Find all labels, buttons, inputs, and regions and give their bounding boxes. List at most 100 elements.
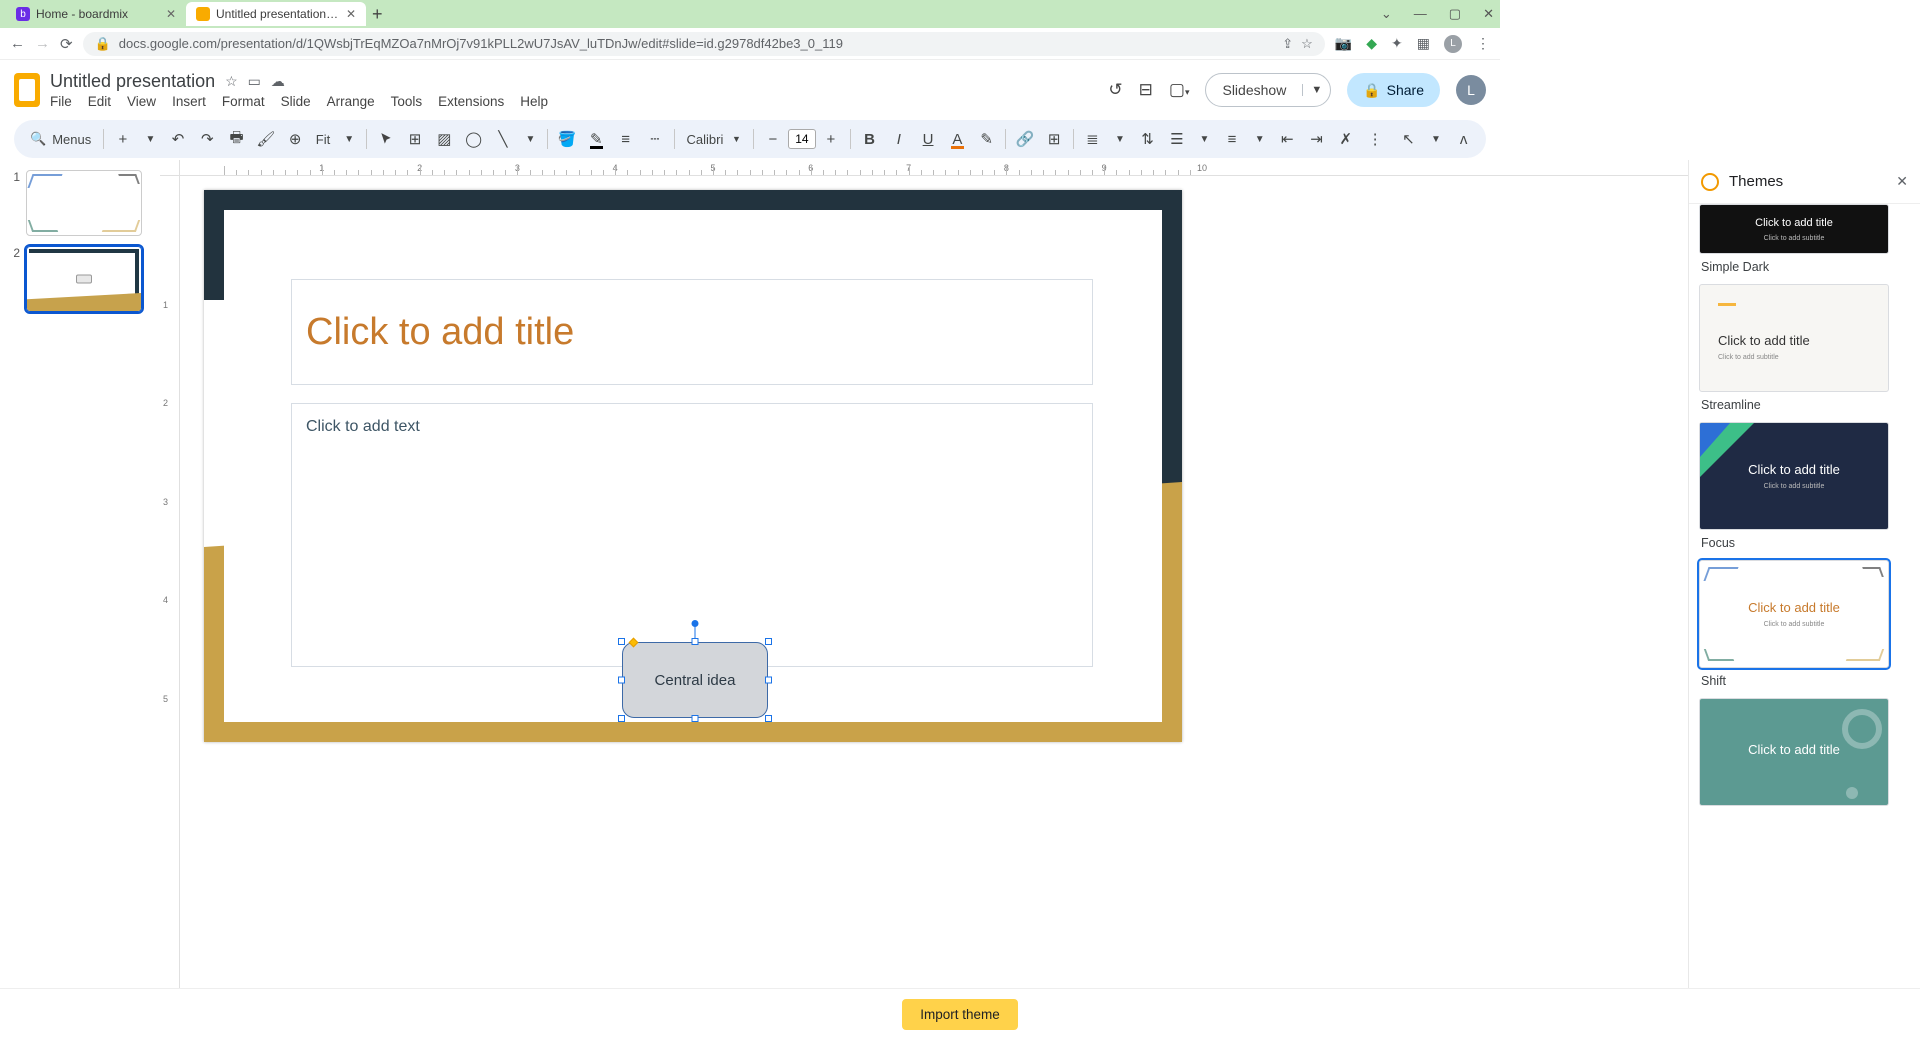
menu-insert[interactable]: Insert — [172, 94, 206, 109]
numbered-list-button[interactable]: ≡ — [1219, 126, 1244, 152]
title-placeholder[interactable]: Click to add title — [292, 280, 1092, 384]
chevron-down-icon[interactable]: ⌄ — [1381, 6, 1392, 22]
close-themes-icon[interactable]: ✕ — [1896, 173, 1908, 190]
new-slide-button[interactable]: + — [110, 126, 135, 152]
menu-tools[interactable]: Tools — [391, 94, 423, 109]
body-placeholder[interactable]: Click to add text Central idea — [292, 404, 1092, 666]
clear-format-button[interactable]: ✗ — [1333, 126, 1358, 152]
font-size-input[interactable] — [788, 129, 816, 149]
browser-profile-avatar[interactable]: L — [1444, 35, 1462, 53]
zoom-button[interactable]: ⊕ — [283, 126, 308, 152]
themes-list[interactable]: Click to add titleClick to add subtitleS… — [1689, 204, 1920, 1040]
font-select[interactable]: Calibri▼ — [680, 132, 746, 147]
forward-icon[interactable]: → — [35, 35, 50, 52]
menu-format[interactable]: Format — [222, 94, 265, 109]
slide-thumbnail[interactable]: 1 — [10, 170, 160, 236]
move-folder-icon[interactable]: ▭ — [248, 73, 261, 90]
more-tools-button[interactable]: ⋮ — [1362, 126, 1387, 152]
puzzle-icon[interactable]: ✦ — [1391, 35, 1403, 52]
search-menus[interactable]: 🔍 Menus — [24, 131, 97, 147]
highlight-button[interactable]: ✎ — [974, 126, 999, 152]
increase-indent-button[interactable]: ⇥ — [1304, 126, 1329, 152]
border-color-button[interactable]: ✎ — [584, 126, 609, 152]
new-tab-button[interactable]: + — [372, 4, 383, 25]
selected-shape[interactable]: Central idea — [622, 642, 768, 718]
zoom-select[interactable]: Fit — [312, 132, 334, 147]
insert-comment-button[interactable]: ⊞ — [1042, 126, 1067, 152]
share-button[interactable]: 🔒 Share — [1347, 73, 1440, 107]
slides-logo-icon[interactable] — [14, 73, 40, 107]
url-input[interactable]: 🔒 docs.google.com/presentation/d/1QWsbjT… — [83, 32, 1325, 56]
theme-card[interactable]: Click to add titleClick to add subtitle — [1699, 560, 1889, 668]
theme-card[interactable]: Click to add titleClick to add subtitle — [1699, 284, 1889, 392]
minimize-icon[interactable]: — — [1414, 6, 1427, 22]
print-button[interactable]: 🖶 — [224, 126, 249, 152]
reload-icon[interactable]: ⟳ — [60, 35, 73, 53]
line-tool[interactable]: ╲ — [490, 126, 515, 152]
resize-handle-r[interactable] — [765, 677, 772, 684]
resize-handle-br[interactable] — [765, 715, 772, 722]
undo-button[interactable]: ↶ — [165, 126, 190, 152]
decrease-font-button[interactable]: − — [760, 126, 786, 152]
rotation-handle[interactable] — [692, 620, 699, 627]
resize-handle-l[interactable] — [618, 677, 625, 684]
document-title[interactable]: Untitled presentation — [50, 71, 215, 92]
border-weight-button[interactable]: ≡ — [613, 126, 638, 152]
star-icon[interactable]: ☆ — [1301, 36, 1313, 52]
menu-arrange[interactable]: Arrange — [327, 94, 375, 109]
browser-tab[interactable]: b Home - boardmix ✕ — [6, 2, 186, 26]
menu-edit[interactable]: Edit — [88, 94, 111, 109]
slide-thumbnail[interactable]: 2 — [10, 246, 160, 312]
maximize-icon[interactable]: ▢ — [1449, 6, 1461, 22]
slide-canvas[interactable]: Click to add title Click to add text Cen… — [204, 190, 1182, 742]
history-icon[interactable]: ↺ — [1108, 80, 1122, 100]
close-tab-icon[interactable]: ✕ — [166, 7, 176, 21]
cloud-status-icon[interactable]: ☁ — [271, 73, 285, 90]
line-dropdown[interactable]: ▼ — [520, 134, 542, 145]
underline-button[interactable]: U — [915, 126, 940, 152]
zoom-dropdown[interactable]: ▼ — [338, 134, 360, 145]
back-icon[interactable]: ← — [10, 35, 25, 52]
slideshow-button[interactable]: Slideshow ▼ — [1205, 73, 1331, 107]
theme-card[interactable]: Click to add titleClick to add subtitle — [1699, 204, 1889, 254]
insert-link-button[interactable]: 🔗 — [1012, 126, 1037, 152]
new-slide-dropdown[interactable]: ▼ — [139, 134, 161, 145]
mode-button[interactable]: ↖ — [1396, 126, 1421, 152]
theme-card[interactable]: Click to add titleClick to add subtitle — [1699, 422, 1889, 530]
line-spacing-button[interactable]: ⇅ — [1135, 126, 1160, 152]
slideshow-dropdown[interactable]: ▼ — [1302, 84, 1330, 96]
resize-handle-bl[interactable] — [618, 715, 625, 722]
textbox-tool[interactable]: ⊞ — [402, 126, 427, 152]
italic-button[interactable]: I — [886, 126, 911, 152]
close-tab-icon[interactable]: ✕ — [346, 7, 356, 21]
user-avatar[interactable]: L — [1456, 75, 1486, 105]
paint-format-button[interactable]: 🖌 — [253, 126, 278, 152]
image-tool[interactable]: ▨ — [432, 126, 457, 152]
text-color-button[interactable]: A — [945, 126, 970, 152]
select-tool[interactable] — [373, 126, 398, 152]
decrease-indent-button[interactable]: ⇤ — [1275, 126, 1300, 152]
extension-icon[interactable]: ◆ — [1366, 35, 1377, 52]
share-url-icon[interactable]: ⇪ — [1282, 36, 1293, 52]
resize-handle-tl[interactable] — [618, 638, 625, 645]
shape-tool[interactable]: ◯ — [461, 126, 486, 152]
align-button[interactable]: ≣ — [1080, 126, 1105, 152]
resize-handle-b[interactable] — [692, 715, 699, 722]
menu-extensions[interactable]: Extensions — [438, 94, 504, 109]
kebab-menu-icon[interactable]: ⋮ — [1476, 35, 1490, 52]
comments-icon[interactable]: ⊟ — [1139, 80, 1153, 100]
star-outline-icon[interactable]: ☆ — [225, 73, 238, 90]
meet-icon[interactable]: ▢▾ — [1169, 80, 1190, 100]
menu-help[interactable]: Help — [520, 94, 548, 109]
resize-handle-tr[interactable] — [765, 638, 772, 645]
hide-menus-button[interactable]: ʌ — [1451, 126, 1476, 152]
redo-button[interactable]: ↷ — [195, 126, 220, 152]
slide-filmstrip[interactable]: 12 — [0, 160, 160, 1040]
bold-button[interactable]: B — [857, 126, 882, 152]
import-theme-button[interactable]: Import theme — [902, 999, 1018, 1030]
dice-icon[interactable]: ▦ — [1417, 35, 1430, 52]
menu-slide[interactable]: Slide — [281, 94, 311, 109]
menu-file[interactable]: File — [50, 94, 72, 109]
menu-view[interactable]: View — [127, 94, 156, 109]
shape-text[interactable]: Central idea — [655, 672, 736, 689]
